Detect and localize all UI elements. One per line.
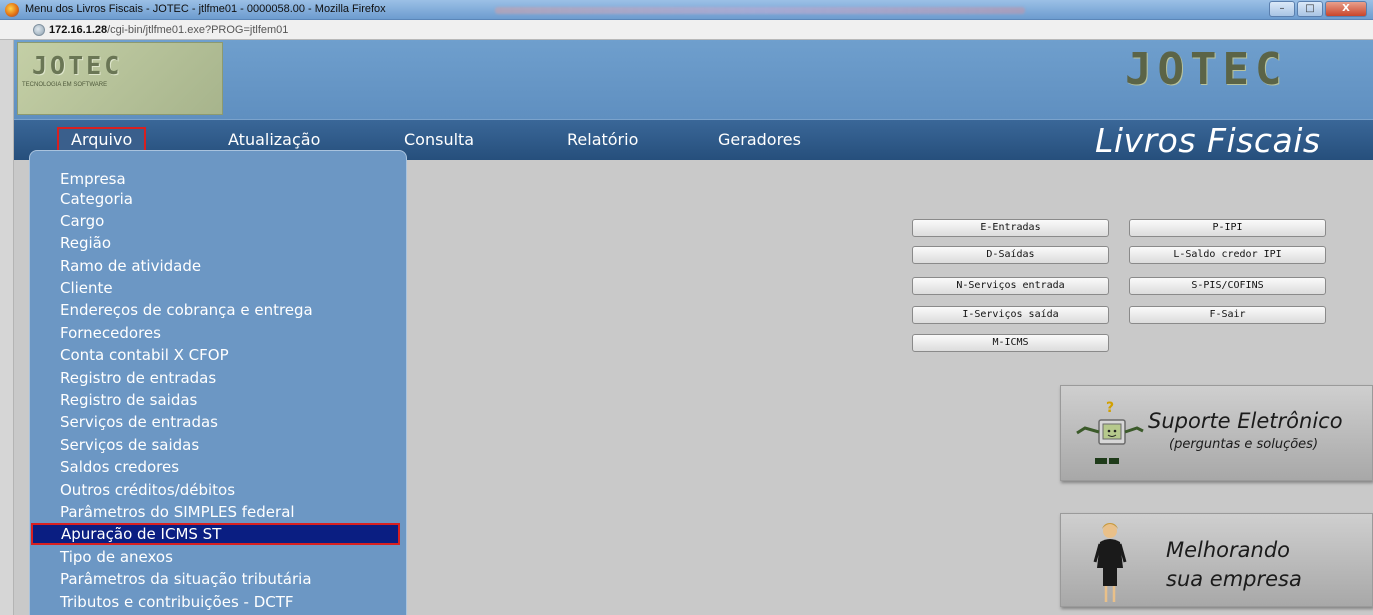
dropdown-item-conta-contabil[interactable]: Conta contabil X CFOP bbox=[60, 344, 229, 366]
button-s-pis-cofins[interactable]: S-PIS/COFINS bbox=[1129, 277, 1326, 295]
dropdown-item-servicos-entradas[interactable]: Serviços de entradas bbox=[60, 411, 218, 433]
menu-atualizacao[interactable]: Atualização bbox=[228, 130, 320, 149]
blurred-tab-strip bbox=[495, 7, 1025, 14]
logo-text: JOTEC bbox=[32, 51, 123, 80]
dropdown-item-parametros-simples[interactable]: Parâmetros do SIMPLES federal bbox=[60, 501, 295, 523]
improve-promo[interactable]: Melhorando sua empresa bbox=[1060, 513, 1373, 607]
svg-text:?: ? bbox=[1106, 400, 1114, 416]
dropdown-item-registro-entradas[interactable]: Registro de entradas bbox=[60, 367, 216, 389]
dropdown-item-registro-saidas[interactable]: Registro de saidas bbox=[60, 389, 197, 411]
button-d-saidas[interactable]: D-Saídas bbox=[912, 246, 1109, 264]
dropdown-item-parametros-situacao[interactable]: Parâmetros da situação tributária bbox=[60, 568, 312, 590]
button-p-ipi[interactable]: P-IPI bbox=[1129, 219, 1326, 237]
businesswoman-icon bbox=[1093, 523, 1127, 602]
dropdown-item-servicos-saidas[interactable]: Serviços de saidas bbox=[60, 434, 199, 456]
support-title: Suporte Eletrônico bbox=[1148, 409, 1343, 433]
menu-geradores[interactable]: Geradores bbox=[718, 130, 801, 149]
maximize-button[interactable]: □ bbox=[1297, 1, 1323, 17]
left-rail bbox=[0, 40, 14, 615]
menu-consulta[interactable]: Consulta bbox=[404, 130, 474, 149]
dropdown-item-enderecos[interactable]: Endereços de cobrança e entrega bbox=[60, 299, 313, 321]
brand-wordmark: JOTEC bbox=[1125, 44, 1288, 95]
dropdown-item-regiao[interactable]: Região bbox=[60, 232, 111, 254]
dropdown-item-tipo-anexos[interactable]: Tipo de anexos bbox=[60, 546, 173, 568]
dropdown-item-apuracao-icms-st[interactable]: Apuração de ICMS ST bbox=[31, 523, 400, 545]
dropdown-item-categoria[interactable]: Categoria bbox=[60, 188, 133, 210]
minimize-button[interactable]: – bbox=[1269, 1, 1295, 17]
url-path: /cgi-bin/jtlfme01.exe?PROG=jtlfem01 bbox=[107, 24, 289, 36]
window-controls: – □ X bbox=[1269, 1, 1367, 17]
url-host: 172.16.1.28 bbox=[49, 24, 108, 36]
dropdown-item-tributos-dctf[interactable]: Tributos e contribuições - DCTF bbox=[60, 591, 294, 613]
arquivo-dropdown: Empresa Categoria Cargo Região Ramo de a… bbox=[29, 150, 407, 615]
computer-help-icon: ? bbox=[1076, 400, 1144, 464]
button-n-servicos-entrada[interactable]: N-Serviços entrada bbox=[912, 277, 1109, 295]
address-bar[interactable]: 172.16.1.28/cgi-bin/jtlfme01.exe?PROG=jt… bbox=[0, 20, 1373, 40]
dropdown-item-empresa[interactable]: Empresa bbox=[60, 168, 126, 190]
dropdown-item-fornecedores[interactable]: Fornecedores bbox=[60, 322, 161, 344]
improve-line1: Melhorando bbox=[1166, 538, 1291, 562]
firefox-icon bbox=[5, 3, 19, 17]
window-titlebar: Menu dos Livros Fiscais - JOTEC - jtlfme… bbox=[0, 0, 1373, 20]
button-f-sair[interactable]: F-Sair bbox=[1129, 306, 1326, 324]
globe-icon bbox=[33, 24, 45, 36]
dropdown-item-cargo[interactable]: Cargo bbox=[60, 210, 104, 232]
dropdown-item-cliente[interactable]: Cliente bbox=[60, 277, 113, 299]
url-text[interactable]: 172.16.1.28/cgi-bin/jtlfme01.exe?PROG=jt… bbox=[49, 24, 288, 36]
dropdown-item-ramo[interactable]: Ramo de atividade bbox=[60, 255, 201, 277]
button-e-entradas[interactable]: E-Entradas bbox=[912, 219, 1109, 237]
page-title: Livros Fiscais bbox=[1095, 121, 1321, 160]
window-title: Menu dos Livros Fiscais - JOTEC - jtlfme… bbox=[25, 3, 386, 15]
logo-subtitle: TECNOLOGIA EM SOFTWARE bbox=[22, 82, 108, 88]
support-subtitle: (perguntas e soluções) bbox=[1169, 437, 1319, 452]
support-promo[interactable]: ? Suporte Eletrônico (perguntas e soluçõ… bbox=[1060, 385, 1373, 481]
dropdown-item-saldos-credores[interactable]: Saldos credores bbox=[60, 456, 179, 478]
improve-line2: sua empresa bbox=[1166, 567, 1302, 591]
button-m-icms[interactable]: M-ICMS bbox=[912, 334, 1109, 352]
button-i-servicos-saida[interactable]: I-Serviços saída bbox=[912, 306, 1109, 324]
menu-relatorio[interactable]: Relatório bbox=[567, 130, 638, 149]
close-button[interactable]: X bbox=[1325, 1, 1367, 17]
dropdown-item-outros-creditos[interactable]: Outros créditos/débitos bbox=[60, 479, 235, 501]
jotec-logo: JOTEC TECNOLOGIA EM SOFTWARE bbox=[17, 42, 223, 115]
button-l-saldo-credor-ipi[interactable]: L-Saldo credor IPI bbox=[1129, 246, 1326, 264]
